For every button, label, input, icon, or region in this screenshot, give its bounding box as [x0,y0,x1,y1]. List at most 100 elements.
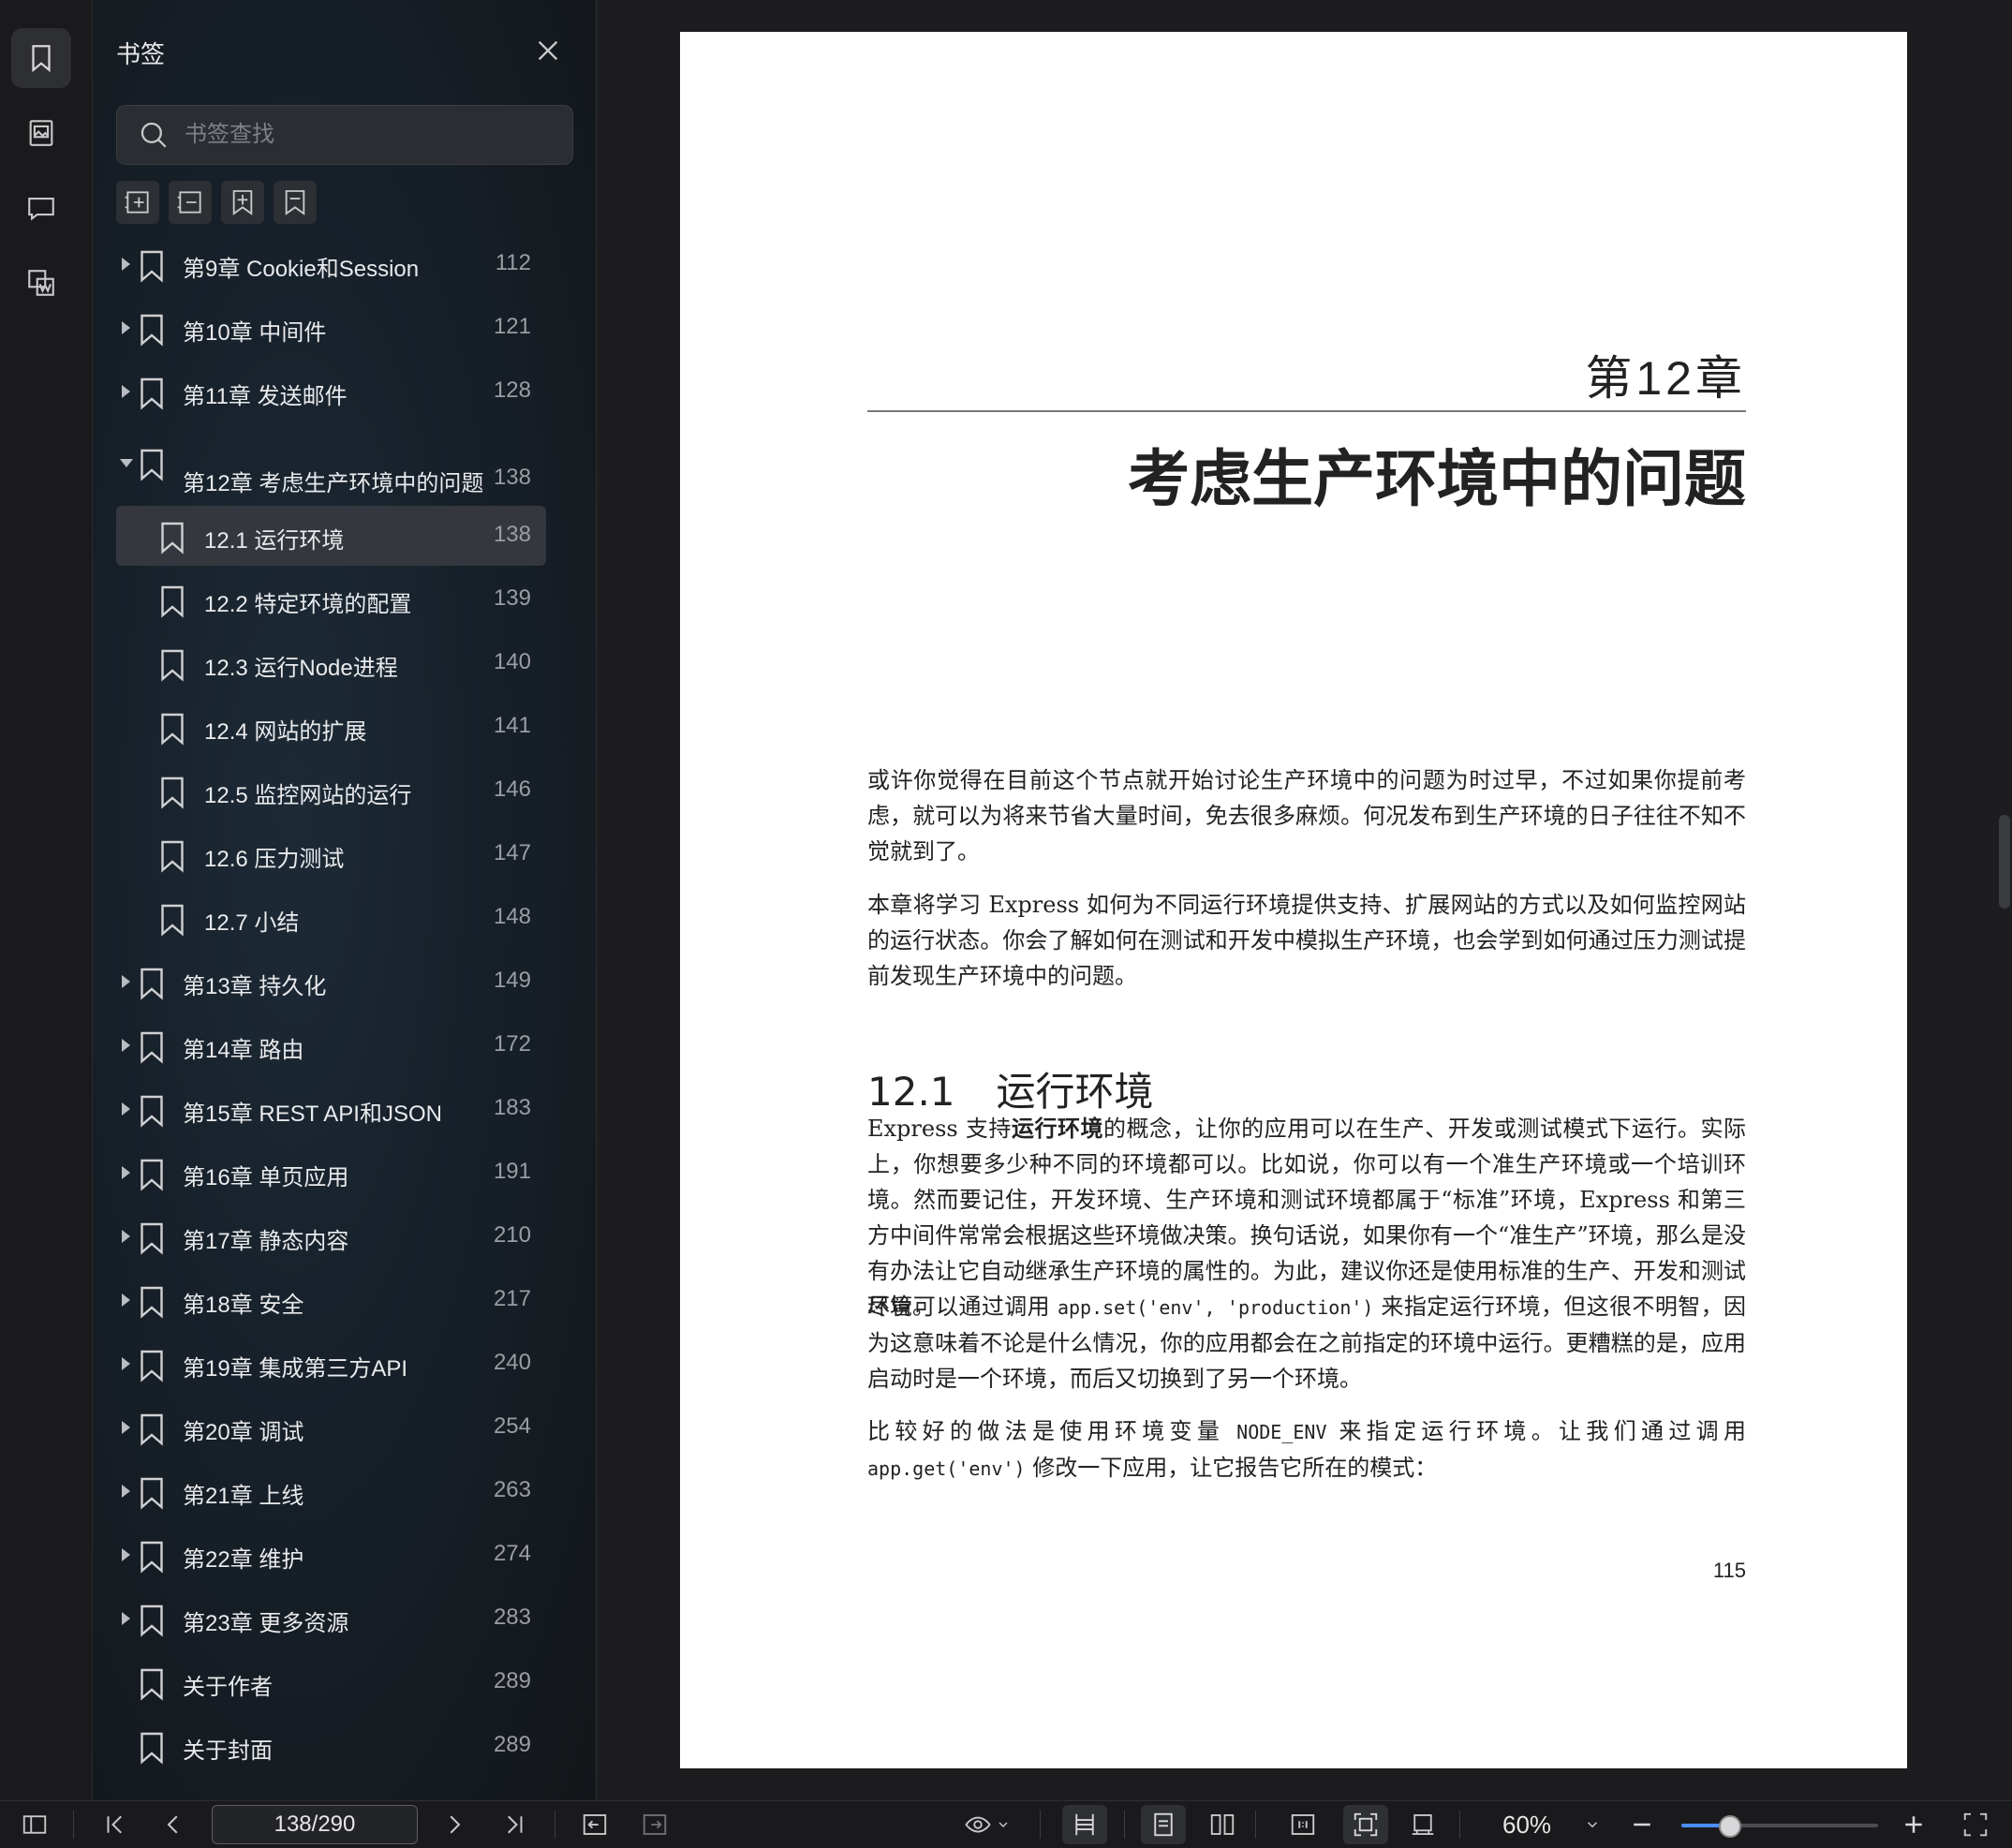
prev-page-icon[interactable] [157,1809,189,1841]
bookmark-item[interactable]: 第18章 安全 217 [93,1268,580,1332]
forward-icon[interactable] [639,1809,671,1841]
section-number: 12.1 [867,1069,955,1115]
bookmark-page: 191 [493,1159,531,1184]
bookmark-item[interactable]: 12.5 监控网站的运行 146 [93,759,580,822]
thumbnail-tab-icon[interactable] [11,103,71,163]
bookmark-search[interactable] [116,105,573,165]
page-indicator-input[interactable]: 138/290 [212,1805,418,1844]
expand-triangle-icon[interactable] [122,1294,130,1307]
actual-size-icon[interactable] [1287,1809,1319,1841]
bookmark-icon [141,1222,163,1255]
p5-text-a: 比较好的做法是使用环境变量 [867,1418,1237,1444]
zoom-dropdown-chevron-icon[interactable] [1581,1809,1604,1841]
bookmark-item-selected[interactable]: 12.1 运行环境 138 [93,504,580,568]
collapse-all-button[interactable] [169,181,212,224]
fit-page-icon [1354,1812,1378,1837]
expand-all-button[interactable] [116,181,159,224]
bookmark-item[interactable]: 第21章 上线 263 [93,1459,580,1523]
bookmark-label: 12.2 特定环境的配置 [204,592,412,617]
bookmark-label: 12.3 运行Node进程 [204,656,398,681]
bookmark-item-expanded[interactable]: 第12章 考虑生产环境中的问题 138 [93,423,580,504]
expand-triangle-icon[interactable] [122,1612,130,1625]
bookmark-item[interactable]: 12.4 网站的扩展 141 [93,695,580,759]
attachment-tab-icon[interactable] [11,253,71,313]
bookmark-item[interactable]: 第16章 单页应用 191 [93,1141,580,1205]
bookmark-page: 146 [493,776,531,802]
bookmark-icon [141,1604,163,1637]
expand-triangle-icon[interactable] [122,1230,130,1243]
bookmark-page: 210 [493,1222,531,1248]
expand-triangle-icon[interactable] [122,1166,130,1179]
bookmark-item[interactable]: 第20章 调试 254 [93,1396,580,1459]
bookmark-item[interactable]: 关于封面 289 [93,1714,580,1778]
bookmark-page: 138 [493,465,531,490]
page-number: 115 [1712,1559,1746,1582]
first-page-icon[interactable] [99,1809,131,1841]
bookmark-item[interactable]: 第10章 中间件 121 [93,296,580,360]
expand-triangle-icon[interactable] [122,1039,130,1052]
fit-page-button[interactable] [1343,1805,1388,1844]
bookmark-page: 283 [493,1604,531,1630]
bookmark-item[interactable]: 12.7 小结 148 [93,886,580,950]
bookmark-item[interactable]: 第17章 静态内容 210 [93,1205,580,1268]
sidebar-toggle-icon[interactable] [19,1809,51,1841]
next-page-icon[interactable] [438,1809,470,1841]
bookmark-label: 第19章 集成第三方API [183,1356,408,1382]
bookmark-item[interactable]: 第14章 路由 172 [93,1013,580,1077]
zoom-out-icon[interactable] [1626,1809,1658,1841]
bookmark-item[interactable]: 第19章 集成第三方API 240 [93,1332,580,1396]
rotate-icon[interactable] [1407,1809,1439,1841]
expand-triangle-icon[interactable] [122,385,130,398]
add-bookmark-button[interactable] [221,181,264,224]
expand-triangle-icon[interactable] [122,975,130,988]
expand-triangle-icon[interactable] [122,258,130,271]
expand-triangle-icon[interactable] [122,1102,130,1116]
bookmark-toolbar [116,181,317,224]
bookmark-label: 第23章 更多资源 [183,1611,349,1636]
last-page-icon[interactable] [498,1809,530,1841]
divider [1255,1811,1256,1839]
bookmark-item[interactable]: 关于作者 289 [93,1650,580,1714]
bookmark-item[interactable]: 第23章 更多资源 283 [93,1587,580,1650]
bookmark-settings-button[interactable] [274,181,317,224]
bookmark-item[interactable]: 12.2 特定环境的配置 139 [93,568,580,631]
document-page: 第12章 考虑生产环境中的问题 或许你觉得在目前这个节点就开始讨论生产环境中的问… [680,32,1907,1768]
expand-triangle-icon[interactable] [122,1357,130,1370]
single-page-button[interactable] [1141,1805,1186,1844]
fullscreen-icon[interactable] [1960,1809,1991,1841]
bookmark-item[interactable]: 12.6 压力测试 147 [93,822,580,886]
fit-width-button[interactable] [1062,1805,1107,1844]
bookmark-label: 关于作者 [183,1675,273,1700]
bookmark-item[interactable]: 第22章 维护 274 [93,1523,580,1587]
expand-triangle-icon[interactable] [122,321,130,334]
bookmark-page: 141 [493,713,531,738]
bookmark-panel: 书签 第9章 Cookie和Session 112 第10章 中间件 121 第11… [93,0,678,1800]
bookmark-item[interactable]: 第11章 发送邮件 128 [93,360,580,423]
expand-triangle-icon[interactable] [122,1485,130,1498]
bookmark-item[interactable]: 第13章 持久化 149 [93,950,580,1013]
two-page-icon[interactable] [1206,1809,1238,1841]
back-icon[interactable] [579,1809,611,1841]
bookmark-page: 139 [493,585,531,611]
collapse-triangle-icon[interactable] [120,459,133,467]
bookmark-item[interactable]: 第9章 Cookie和Session 112 [93,232,580,296]
expand-triangle-icon[interactable] [122,1548,130,1561]
document-scrollbar[interactable] [1999,815,2010,909]
zoom-in-icon[interactable] [1898,1809,1930,1841]
bookmark-item[interactable]: 第15章 REST API和JSON 183 [93,1077,580,1141]
bookmark-item[interactable]: 12.3 运行Node进程 140 [93,631,580,695]
bookmark-icon [141,1413,163,1446]
zoom-level[interactable]: 60% [1502,1811,1551,1840]
bookmark-tab-icon[interactable] [11,28,71,88]
zoom-slider-knob[interactable] [1719,1815,1742,1838]
zoom-slider[interactable] [1681,1815,1878,1838]
comment-tab-icon[interactable] [11,178,71,238]
search-input[interactable] [183,121,561,149]
bookmark-page: 121 [493,314,531,339]
bookmark-icon [161,649,184,682]
view-mode-dropdown[interactable] [959,1809,1015,1841]
close-icon[interactable] [533,36,563,66]
bookmark-icon [161,522,184,554]
expand-triangle-icon[interactable] [122,1421,130,1434]
bookmark-icon [161,840,184,873]
